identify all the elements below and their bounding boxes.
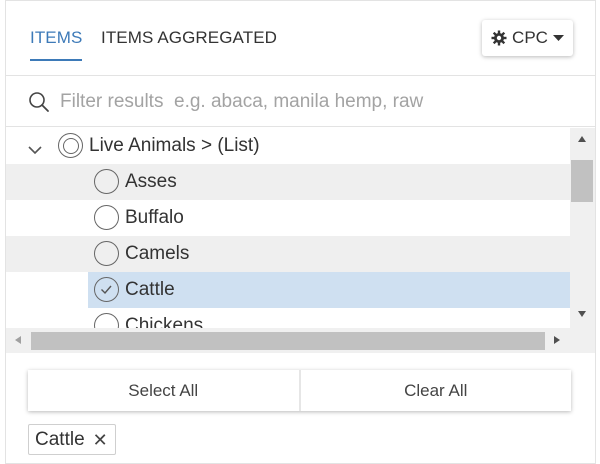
gear-icon — [491, 30, 507, 46]
tree-item-label: Cattle — [125, 279, 175, 300]
scroll-up-icon[interactable] — [578, 136, 586, 142]
clear-all-button[interactable]: Clear All — [298, 370, 571, 411]
classification-dropdown[interactable]: CPC — [482, 20, 573, 56]
horizontal-scroll-thumb[interactable] — [31, 332, 545, 350]
search-icon — [28, 91, 50, 118]
header: ITEMS ITEMS AGGREGATED CPC — [6, 1, 595, 76]
scroll-down-icon[interactable] — [578, 311, 586, 317]
filter-bar — [6, 77, 595, 127]
vertical-scrollbar[interactable] — [570, 128, 595, 328]
check-icon — [101, 285, 112, 295]
parent-radio[interactable] — [58, 133, 83, 158]
item-radio-checked[interactable] — [94, 277, 119, 302]
close-icon[interactable]: ✕ — [93, 431, 108, 449]
scroll-left-icon[interactable] — [15, 336, 21, 344]
tree-item-label: Buffalo — [125, 207, 184, 228]
caret-down-icon — [552, 34, 564, 42]
classification-label: CPC — [512, 28, 548, 47]
chip-label: Cattle — [35, 428, 85, 450]
tree-item[interactable]: Buffalo — [6, 200, 570, 236]
horizontal-scrollbar[interactable] — [6, 328, 595, 353]
bulk-actions: Select All Clear All — [28, 370, 571, 411]
item-radio[interactable] — [94, 205, 119, 230]
tree-parent-label: Live Animals > (List) — [89, 135, 260, 156]
item-selector-panel: ITEMS ITEMS AGGREGATED CPC Filter result… — [5, 0, 596, 464]
tree-parent-row[interactable]: Live Animals > (List) — [6, 128, 570, 164]
vertical-scroll-thumb[interactable] — [571, 160, 593, 202]
tree-item-label: Asses — [125, 171, 177, 192]
tree-item[interactable]: Asses — [6, 164, 570, 200]
item-radio[interactable] — [94, 241, 119, 266]
item-tree: Live Animals > (List) Asses Buffalo Came… — [6, 128, 595, 354]
selected-chip: Cattle ✕ — [28, 424, 116, 455]
tab-items[interactable]: ITEMS — [30, 28, 83, 61]
select-all-button[interactable]: Select All — [28, 370, 299, 411]
tab-items-aggregated[interactable]: ITEMS AGGREGATED — [101, 28, 277, 48]
tree-item-label: Camels — [125, 243, 190, 264]
item-radio[interactable] — [94, 169, 119, 194]
tree-item-selected[interactable]: Cattle — [6, 272, 570, 308]
scroll-right-icon[interactable] — [554, 336, 560, 344]
chevron-down-icon[interactable] — [28, 139, 42, 161]
filter-input[interactable] — [60, 86, 580, 118]
tree-item[interactable]: Camels — [6, 236, 570, 272]
